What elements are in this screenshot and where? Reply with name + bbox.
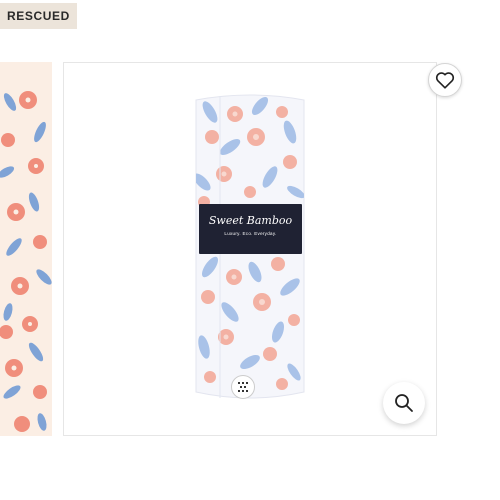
thumbnail-floral-pattern[interactable] [0, 62, 52, 436]
brand-tagline: Luxury. Eco. Everyday. [224, 231, 277, 236]
seal-icon [231, 375, 255, 399]
magnifier-icon [395, 394, 413, 412]
heart-icon [435, 72, 455, 89]
zoom-button[interactable] [383, 382, 425, 424]
brand-name: Sweet Bamboo [208, 214, 293, 227]
wishlist-button[interactable] [428, 63, 462, 97]
brand-label-band: Sweet Bamboo Luxury. Eco. Everyday. [199, 204, 302, 254]
rescued-badge: RESCUED [0, 3, 77, 29]
